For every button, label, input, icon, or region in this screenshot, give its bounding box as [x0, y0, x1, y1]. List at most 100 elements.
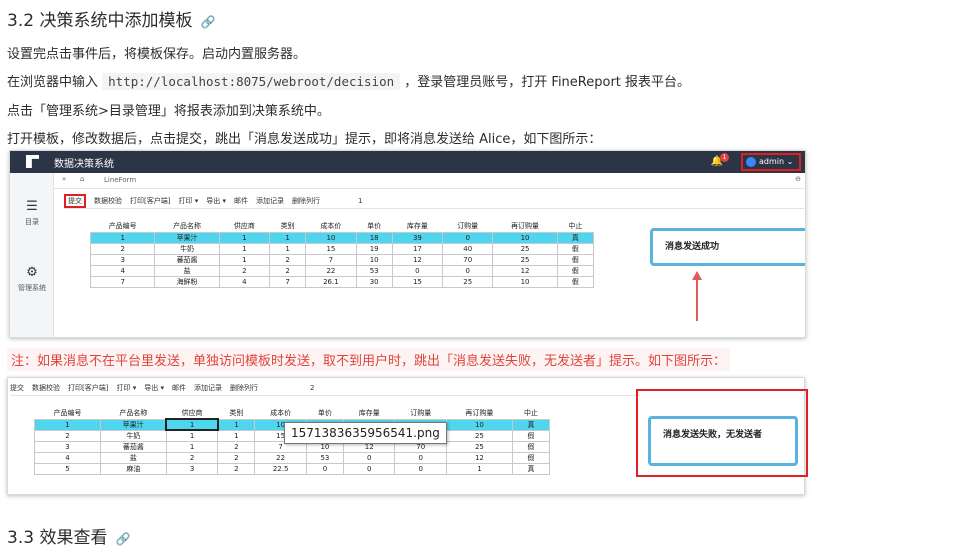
table-cell[interactable]: 假	[556, 253, 595, 266]
table-cell[interactable]: 12	[391, 253, 444, 266]
table-cell[interactable]: 2	[269, 253, 307, 266]
validate-button[interactable]: 数据校验	[94, 196, 122, 206]
export-button[interactable]: 导出 ▾	[144, 383, 164, 393]
table-cell[interactable]: 10	[445, 418, 513, 431]
table-cell[interactable]: 1	[34, 418, 101, 431]
table-cell[interactable]: 40	[442, 242, 494, 255]
print-client-button[interactable]: 打印[客户端]	[130, 196, 170, 206]
table-cell[interactable]: 2	[165, 451, 219, 464]
table-cell[interactable]: 2	[269, 264, 307, 277]
table-cell[interactable]: 17	[391, 242, 444, 255]
table-cell[interactable]: 1	[269, 242, 307, 255]
table-cell[interactable]: 7	[305, 253, 357, 266]
table-cell[interactable]: 假	[556, 242, 595, 255]
table-cell[interactable]: 53	[355, 264, 393, 277]
table-cell[interactable]: 0	[391, 264, 444, 277]
table-cell[interactable]: 26.1	[305, 275, 357, 288]
table-cell[interactable]: 假	[511, 429, 551, 442]
table-cell[interactable]: 蕃茄酱	[99, 440, 167, 453]
sidebar-item-directory[interactable]: ☰ 目录	[10, 199, 54, 227]
email-button[interactable]: 邮件	[172, 383, 186, 393]
table-cell[interactable]: 2	[218, 264, 271, 277]
table-cell[interactable]: 1	[165, 418, 219, 431]
table-cell[interactable]: 19	[355, 242, 393, 255]
table-cell[interactable]: 1	[218, 242, 271, 255]
anchor-link-icon[interactable]: 🔗	[200, 15, 215, 29]
table-cell[interactable]: 1	[269, 231, 307, 244]
table-cell[interactable]: 牛奶	[154, 242, 220, 255]
table-cell[interactable]: 0	[394, 451, 447, 464]
submit-button[interactable]: 提交	[10, 383, 24, 393]
table-cell[interactable]: 4	[89, 264, 156, 277]
table-cell[interactable]: 12	[492, 264, 558, 277]
table-cell[interactable]: 5	[34, 462, 101, 475]
table-cell[interactable]: 2	[217, 440, 256, 453]
table-cell[interactable]: 盐	[154, 264, 220, 277]
print-client-button[interactable]: 打印[客户端]	[68, 383, 108, 393]
tab-lineform[interactable]: LineForm	[104, 176, 136, 184]
table-cell[interactable]: 10	[355, 253, 393, 266]
table-cell[interactable]: 4	[218, 275, 271, 288]
table-cell[interactable]: 10	[492, 231, 558, 244]
table-cell[interactable]: 1	[445, 462, 513, 475]
table-cell[interactable]: 真	[511, 418, 551, 431]
table-cell[interactable]: 7	[89, 275, 156, 288]
table-cell[interactable]: 22	[254, 451, 307, 464]
table-cell[interactable]: 真	[556, 231, 595, 244]
table-cell[interactable]: 70	[442, 253, 494, 266]
table-cell[interactable]: 1	[89, 231, 156, 244]
table-cell[interactable]: 牛奶	[99, 429, 167, 442]
table-cell[interactable]: 0	[342, 451, 396, 464]
table-cell[interactable]: 盐	[99, 451, 167, 464]
table-cell[interactable]: 25	[445, 429, 513, 442]
table-cell[interactable]: 0	[442, 231, 494, 244]
expand-icon[interactable]: »	[62, 175, 66, 183]
table-cell[interactable]: 30	[355, 275, 393, 288]
table-cell[interactable]: 麻油	[99, 462, 167, 475]
table-cell[interactable]: 25	[492, 253, 558, 266]
sidebar-item-management[interactable]: ⚙ 管理系统	[10, 265, 54, 293]
table-cell[interactable]: 苹果汁	[99, 418, 167, 431]
anchor-link-icon[interactable]: 🔗	[115, 532, 130, 546]
export-button[interactable]: 导出 ▾	[206, 196, 226, 206]
table-cell[interactable]: 蕃茄酱	[154, 253, 220, 266]
table-cell[interactable]: 真	[511, 462, 551, 475]
table-cell[interactable]: 3	[34, 440, 101, 453]
table-cell[interactable]: 10	[492, 275, 558, 288]
table-cell[interactable]: 1	[217, 418, 256, 431]
user-menu[interactable]: admin ⌄	[741, 153, 801, 171]
add-record-button[interactable]: 添加记录	[194, 383, 222, 393]
table-cell[interactable]: 2	[89, 242, 156, 255]
delete-row-button[interactable]: 删除列行	[292, 196, 320, 206]
table-cell[interactable]: 2	[217, 451, 256, 464]
print-button[interactable]: 打印 ▾	[178, 196, 198, 206]
table-cell[interactable]: 假	[511, 440, 551, 453]
table-cell[interactable]: 0	[305, 462, 344, 475]
table-cell[interactable]: 22	[305, 264, 357, 277]
table-cell[interactable]: 1	[218, 231, 271, 244]
table-cell[interactable]: 1	[218, 253, 271, 266]
table-cell[interactable]: 4	[34, 451, 101, 464]
table-cell[interactable]: 22.5	[254, 462, 307, 475]
delete-row-button[interactable]: 删除列行	[230, 383, 258, 393]
table-cell[interactable]: 53	[305, 451, 344, 464]
table-cell[interactable]: 39	[391, 231, 444, 244]
table-cell[interactable]: 25	[492, 242, 558, 255]
table-cell[interactable]: 2	[34, 429, 101, 442]
table-cell[interactable]: 3	[165, 462, 219, 475]
submit-button[interactable]: 提交	[64, 193, 86, 208]
table-cell[interactable]: 0	[394, 462, 447, 475]
table-cell[interactable]: 18	[355, 231, 393, 244]
email-button[interactable]: 邮件	[234, 196, 248, 206]
table-cell[interactable]: 1	[165, 429, 219, 442]
table-cell[interactable]: 15	[391, 275, 444, 288]
table-cell[interactable]: 15	[305, 242, 357, 255]
table-cell[interactable]: 12	[445, 451, 513, 464]
validate-button[interactable]: 数据校验	[32, 383, 60, 393]
table-cell[interactable]: 1	[165, 440, 219, 453]
more-icon[interactable]: ⊖	[795, 175, 801, 183]
home-icon[interactable]: ⌂	[80, 175, 84, 183]
table-cell[interactable]: 0	[342, 462, 396, 475]
table-cell[interactable]: 苹果汁	[154, 231, 220, 244]
table-cell[interactable]: 25	[442, 275, 494, 288]
